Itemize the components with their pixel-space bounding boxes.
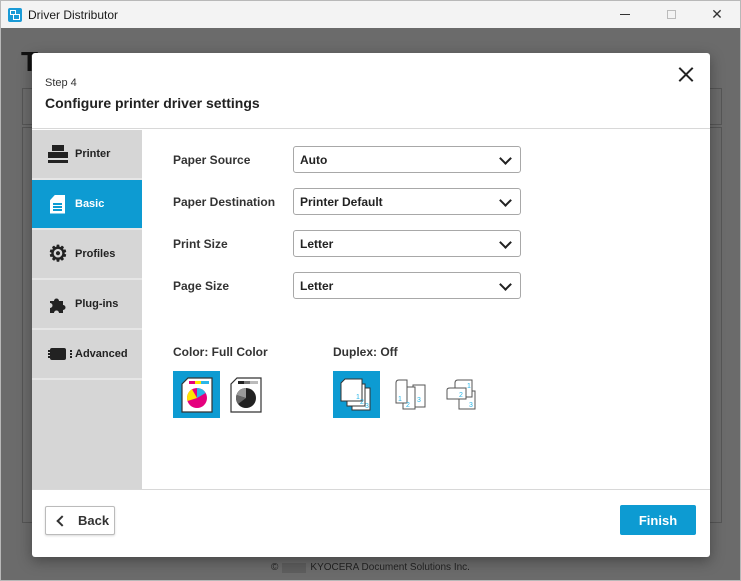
sidebar-item-label: Basic <box>75 198 105 210</box>
chevron-down-icon <box>499 236 512 249</box>
title-bar: Driver Distributor ✕ <box>1 1 740 28</box>
close-icon: ✕ <box>711 6 723 22</box>
chevron-down-icon <box>499 278 512 291</box>
sidebar-item-printer[interactable]: Printer <box>32 130 142 180</box>
close-dialog-button[interactable] <box>676 65 696 85</box>
sidebar-item-advanced[interactable]: Advanced <box>32 330 142 380</box>
gear-icon: ⚙ <box>48 241 68 266</box>
puzzle-icon <box>48 294 68 314</box>
sidebar-item-basic[interactable]: Basic <box>32 180 142 230</box>
minimize-icon <box>620 14 630 15</box>
app-window: Driver Distributor ✕ T © KYOCERA Documen… <box>0 0 741 581</box>
full-color-option[interactable] <box>173 371 220 418</box>
company-name: KYOCERA Document Solutions Inc. <box>310 562 470 573</box>
print-size-value: Letter <box>300 236 334 251</box>
color-mode-label: Color: Full Color <box>173 345 268 359</box>
paper-destination-value: Printer Default <box>300 194 383 209</box>
dialog-footer: Back Finish <box>32 489 710 557</box>
page-number: 3 <box>365 403 369 410</box>
paper-destination-label: Paper Destination <box>173 194 276 209</box>
minimize-button[interactable] <box>602 1 648 28</box>
back-button[interactable]: Back <box>45 506 115 535</box>
page-number: 3 <box>417 397 421 404</box>
dialog-title: Configure printer driver settings <box>45 95 260 111</box>
chevron-left-icon <box>56 514 68 527</box>
page-size-row: Page Size Letter <box>173 272 553 299</box>
paper-source-select[interactable]: Auto <box>293 146 521 173</box>
dialog-header: Step 4 Configure printer driver settings <box>32 53 710 129</box>
paper-source-label: Paper Source <box>173 152 251 167</box>
window-controls: ✕ <box>602 1 740 28</box>
black-and-white-option[interactable] <box>222 371 269 418</box>
document-icon <box>50 194 65 214</box>
page-number: 2 <box>406 402 410 409</box>
basic-settings-panel: Paper Source Auto Paper Destination Prin… <box>142 130 710 489</box>
print-size-select[interactable]: Letter <box>293 230 521 257</box>
page-size-select[interactable]: Letter <box>293 272 521 299</box>
configure-settings-dialog: Step 4 Configure printer driver settings… <box>32 53 710 557</box>
sidebar-item-profiles[interactable]: ⚙ Profiles <box>32 230 142 280</box>
maximize-button[interactable] <box>648 1 694 28</box>
copyright-symbol: © <box>271 562 279 573</box>
chip-icon <box>48 344 72 364</box>
sidebar-item-label: Profiles <box>75 248 116 260</box>
duplex-label: Duplex: Off <box>333 345 398 359</box>
window-title: Driver Distributor <box>28 7 119 22</box>
sidebar-item-label: Printer <box>75 148 111 160</box>
duplex-short-edge-option[interactable]: 1 2 3 <box>437 371 484 418</box>
paper-source-row: Paper Source Auto <box>173 146 553 173</box>
duplex-short-edge-icon: 1 2 3 <box>446 379 475 409</box>
sidebar-item-label: Advanced <box>75 348 128 360</box>
print-size-label: Print Size <box>173 236 228 251</box>
sidebar-item-plug-ins[interactable]: Plug-ins <box>32 280 142 330</box>
page-number: 3 <box>469 402 473 409</box>
paper-destination-select[interactable]: Printer Default <box>293 188 521 215</box>
duplex-off-option[interactable]: 1 2 3 <box>333 371 380 418</box>
page-size-value: Letter <box>300 278 334 293</box>
page-number: 1 <box>467 383 471 390</box>
paper-source-value: Auto <box>300 152 328 167</box>
duplex-long-edge-icon: 1 2 3 <box>395 379 425 409</box>
duplex-long-edge-option[interactable]: 1 2 3 <box>387 371 434 418</box>
chevron-down-icon <box>499 194 512 207</box>
maximize-icon <box>666 10 676 19</box>
paper-destination-row: Paper Destination Printer Default <box>173 188 553 215</box>
page-number: 2 <box>459 392 463 399</box>
close-window-button[interactable]: ✕ <box>694 1 740 28</box>
duplex-off-icon: 1 2 3 <box>340 378 370 410</box>
page-number: 2 <box>360 399 364 406</box>
driver-distributor-app-icon <box>8 7 22 22</box>
step-indicator: Step 4 <box>45 77 77 89</box>
print-size-row: Print Size Letter <box>173 230 553 257</box>
full-color-icon <box>180 376 213 413</box>
black-and-white-icon <box>229 376 262 413</box>
redacted-year <box>282 562 307 573</box>
copyright-footer: © KYOCERA Document Solutions Inc. <box>1 555 740 580</box>
finish-button[interactable]: Finish <box>620 505 696 535</box>
printer-icon <box>48 144 68 164</box>
back-button-label: Back <box>78 513 110 528</box>
chevron-down-icon <box>499 152 512 165</box>
settings-sidebar: Printer Basic ⚙ Profiles Plug-ins Advanc… <box>32 130 142 489</box>
page-number: 1 <box>398 396 402 403</box>
sidebar-item-label: Plug-ins <box>75 298 119 310</box>
page-size-label: Page Size <box>173 278 230 293</box>
